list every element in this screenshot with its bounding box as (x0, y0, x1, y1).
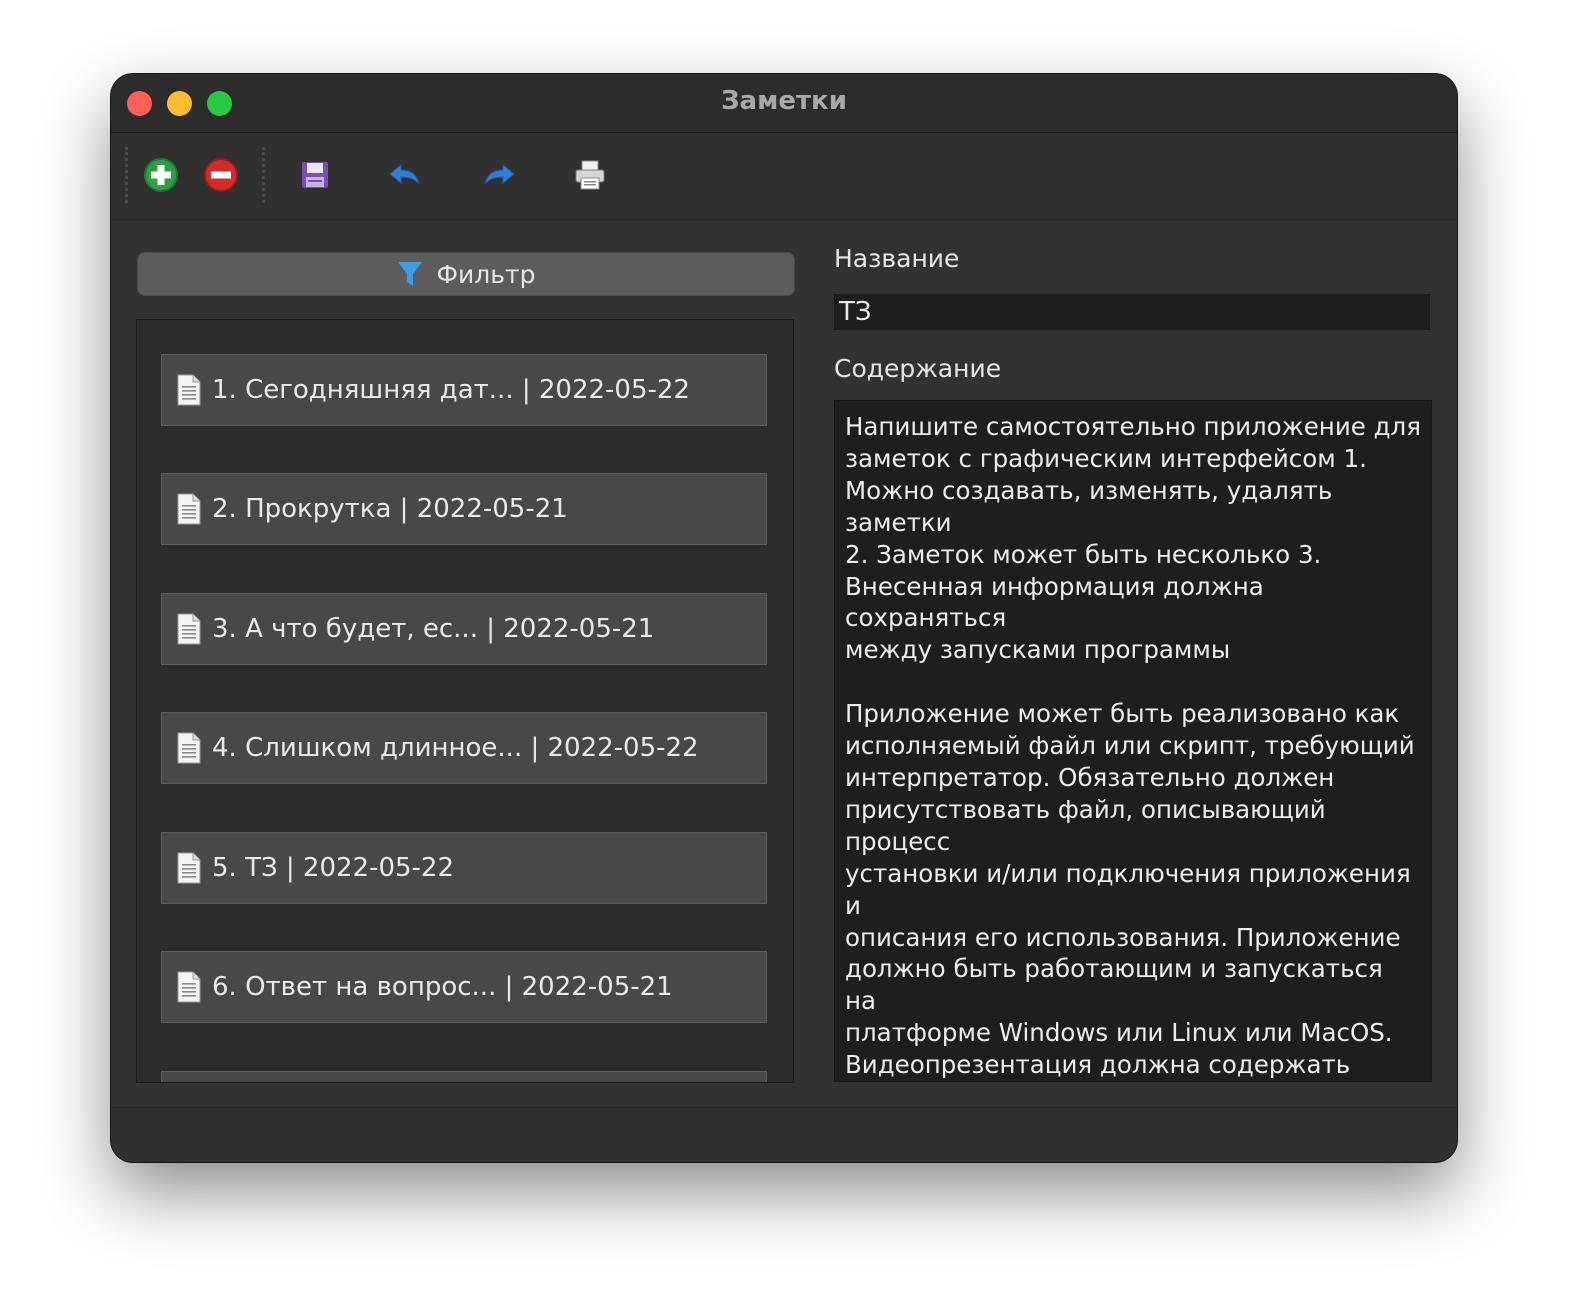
note-list-item-label: 2. Прокрутка | 2022-05-21 (212, 494, 568, 524)
document-icon (176, 613, 202, 645)
note-list-item[interactable]: 5. ТЗ | 2022-05-22 (161, 832, 767, 904)
document-icon (176, 732, 202, 764)
note-list-item-label: 4. Слишком длинное... | 2022-05-22 (212, 733, 699, 763)
toolbar (111, 133, 1457, 220)
save-button[interactable] (291, 151, 339, 199)
undo-button[interactable] (381, 151, 429, 199)
redo-arrow-icon (484, 163, 515, 185)
title-bar: Заметки (111, 74, 1457, 133)
note-list-item-label: 3. А что будет, ес... | 2022-05-21 (212, 614, 655, 644)
note-list-item[interactable]: 1. Сегодняшняя дат... | 2022-05-22 (161, 354, 767, 426)
content-textarea[interactable]: Напишите самостоятельно приложение для з… (834, 400, 1432, 1082)
note-list-item[interactable]: 6. Ответ на вопрос... | 2022-05-21 (161, 951, 767, 1023)
plus-circle-icon (144, 158, 178, 192)
document-icon (176, 852, 202, 884)
note-list-item[interactable]: 2. Прокрутка | 2022-05-21 (161, 473, 767, 545)
printer-icon (575, 160, 605, 190)
note-list-item-label: 1. Сегодняшняя дат... | 2022-05-22 (212, 375, 690, 405)
notes-list[interactable]: 1. Сегодняшняя дат... | 2022-05-22 2. Пр… (136, 319, 794, 1083)
window-title: Заметки (721, 86, 847, 116)
app-window: Заметки Фильтр 1. Сегодняшняя дат... | 2… (111, 74, 1457, 1162)
document-icon (176, 493, 202, 525)
minus-circle-icon (204, 158, 238, 192)
status-bar (111, 1107, 1457, 1162)
note-list-item-label: 6. Ответ на вопрос... | 2022-05-21 (212, 972, 673, 1002)
name-label: Название (834, 244, 960, 273)
note-list-item[interactable]: 3. А что будет, ес... | 2022-05-21 (161, 593, 767, 665)
note-list-item-partial[interactable] (161, 1071, 767, 1082)
delete-note-button[interactable] (197, 151, 245, 199)
toolbar-separator (262, 147, 265, 203)
funnel-icon (397, 262, 422, 286)
print-button[interactable] (566, 151, 614, 199)
note-list-item[interactable]: 4. Слишком длинное... | 2022-05-22 (161, 712, 767, 784)
filter-label: Фильтр (436, 259, 536, 289)
add-note-button[interactable] (137, 151, 185, 199)
floppy-disk-icon (302, 162, 328, 188)
undo-arrow-icon (389, 163, 420, 185)
note-list-item-label: 5. ТЗ | 2022-05-22 (212, 853, 455, 883)
content-label: Содержание (834, 354, 1002, 383)
redo-button[interactable] (475, 151, 523, 199)
document-icon (176, 374, 202, 406)
name-input[interactable]: ТЗ (834, 294, 1430, 330)
filter-button[interactable]: Фильтр (137, 252, 795, 296)
toolbar-separator (125, 147, 128, 203)
document-icon (176, 971, 202, 1003)
